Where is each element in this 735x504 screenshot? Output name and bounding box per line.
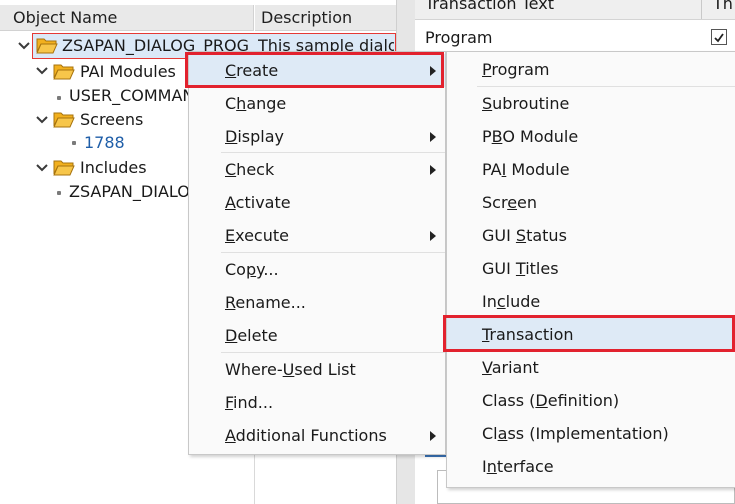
- chevron-down-icon[interactable]: [35, 65, 49, 77]
- submenu-item-class-definition[interactable]: Class (Definition): [447, 384, 735, 417]
- tree-node-screens[interactable]: Screens: [80, 108, 143, 132]
- folder-open-icon: [53, 160, 75, 176]
- tree-node-pai-modules[interactable]: PAI Modules: [80, 60, 176, 84]
- bullet-icon: [57, 96, 61, 100]
- menu-item-create[interactable]: Create: [189, 54, 445, 87]
- submenu-item-interface[interactable]: Interface: [447, 450, 735, 483]
- menu-item-additional-functions[interactable]: Additional Functions: [189, 419, 445, 452]
- context-menu: Create Change Display Check Activate Exe…: [188, 51, 446, 455]
- column-header-object-name[interactable]: Object Name: [0, 5, 254, 31]
- checkmark-icon: [714, 33, 724, 43]
- submenu-item-program[interactable]: Program: [447, 53, 735, 86]
- header-divider: [701, 0, 702, 19]
- submenu-arrow-icon: [430, 66, 436, 76]
- menu-item-change[interactable]: Change: [189, 87, 445, 120]
- menu-item-display[interactable]: Display: [189, 120, 445, 153]
- program-label: Program: [425, 28, 493, 47]
- chevron-down-icon[interactable]: [35, 114, 49, 126]
- create-submenu: Program Subroutine PBO Module PAI Module…: [446, 51, 735, 488]
- submenu-item-include[interactable]: Include: [447, 285, 735, 318]
- header-transaction-text: Transaction Text: [425, 0, 554, 13]
- menu-item-check[interactable]: Check: [189, 153, 445, 186]
- program-checkbox[interactable]: [711, 29, 727, 45]
- header-th: Th: [713, 0, 733, 13]
- folder-open-icon: [53, 64, 75, 80]
- menu-item-activate[interactable]: Activate: [189, 186, 445, 219]
- chevron-down-icon[interactable]: [17, 40, 31, 52]
- tree-node-screen-1788[interactable]: 1788: [84, 131, 125, 155]
- menu-item-execute[interactable]: Execute: [189, 219, 445, 252]
- menu-item-rename[interactable]: Rename...: [189, 286, 445, 319]
- submenu-item-gui-status[interactable]: GUI Status: [447, 219, 735, 252]
- chevron-down-icon[interactable]: [35, 162, 49, 174]
- folder-open-icon: [53, 112, 75, 128]
- submenu-item-pai-module[interactable]: PAI Module: [447, 153, 735, 186]
- menu-item-delete[interactable]: Delete: [189, 319, 445, 352]
- tree-node-includes[interactable]: Includes: [80, 156, 147, 180]
- submenu-arrow-icon: [430, 132, 436, 142]
- submenu-item-class-implementation[interactable]: Class (Implementation): [447, 417, 735, 450]
- bullet-icon: [72, 141, 76, 145]
- submenu-item-subroutine[interactable]: Subroutine: [447, 87, 735, 120]
- submenu-arrow-icon: [430, 231, 436, 241]
- submenu-item-screen[interactable]: Screen: [447, 186, 735, 219]
- folder-open-icon: [36, 38, 58, 54]
- bullet-icon: [57, 191, 61, 195]
- submenu-item-pbo-module[interactable]: PBO Module: [447, 120, 735, 153]
- submenu-arrow-icon: [430, 165, 436, 175]
- submenu-item-variant[interactable]: Variant: [447, 351, 735, 384]
- menu-item-find[interactable]: Find...: [189, 386, 445, 419]
- menu-item-where-used-list[interactable]: Where-Used List: [189, 353, 445, 386]
- menu-item-copy[interactable]: Copy...: [189, 253, 445, 286]
- tree-node-user-command[interactable]: USER_COMMAND: [69, 84, 189, 108]
- submenu-arrow-icon: [430, 431, 436, 441]
- column-header-description[interactable]: Description: [255, 5, 396, 31]
- tree-node-include-item[interactable]: ZSAPAN_DIALOG: [69, 180, 189, 204]
- submenu-item-transaction[interactable]: Transaction: [447, 318, 735, 351]
- submenu-item-gui-titles[interactable]: GUI Titles: [447, 252, 735, 285]
